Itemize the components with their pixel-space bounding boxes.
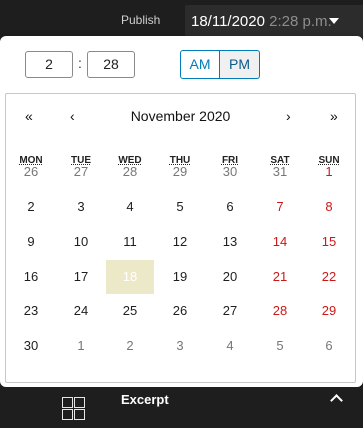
time-separator: : xyxy=(78,55,82,71)
calendar-day[interactable]: 27 xyxy=(57,155,105,189)
calendar-day[interactable]: 10 xyxy=(57,225,105,259)
calendar-day[interactable]: 28 xyxy=(256,294,304,328)
calendar-day[interactable]: 23 xyxy=(7,294,55,328)
calendar-day[interactable]: 25 xyxy=(106,294,154,328)
top-bar: Publish 18/11/2020 2:28 p.m. xyxy=(0,0,363,40)
calendar-day[interactable]: 13 xyxy=(206,225,254,259)
calendar-day[interactable]: 8 xyxy=(305,190,353,224)
hours-input[interactable]: 2 xyxy=(25,51,73,78)
calendar-day[interactable]: 21 xyxy=(256,260,304,294)
calendar-day[interactable]: 11 xyxy=(106,225,154,259)
calendar-day[interactable]: 31 xyxy=(256,155,304,189)
calendar-day[interactable]: 4 xyxy=(206,329,254,363)
calendar-day[interactable]: 29 xyxy=(156,155,204,189)
calendar-day[interactable]: 22 xyxy=(305,260,353,294)
calendar-day[interactable]: 6 xyxy=(206,190,254,224)
calendar-day[interactable]: 27 xyxy=(206,294,254,328)
publish-label: Publish xyxy=(121,13,161,27)
calendar-day[interactable]: 2 xyxy=(7,190,55,224)
publish-date-text: 18/11/2020 2:28 p.m. xyxy=(191,13,332,30)
calendar-day[interactable]: 16 xyxy=(7,260,55,294)
calendar-day[interactable]: 5 xyxy=(156,190,204,224)
bottom-panel: Excerpt xyxy=(0,387,363,428)
calendar-day[interactable]: 4 xyxy=(106,190,154,224)
selected-day[interactable]: 18 xyxy=(106,260,154,294)
publish-date-toggle[interactable]: 18/11/2020 2:28 p.m. xyxy=(185,5,363,37)
chevron-up-icon[interactable] xyxy=(330,394,343,407)
pm-button[interactable]: PM xyxy=(220,50,260,79)
minutes-input[interactable]: 28 xyxy=(87,51,135,78)
calendar-day[interactable]: 3 xyxy=(57,190,105,224)
calendar-day[interactable]: 19 xyxy=(156,260,204,294)
calendar-day[interactable]: 15 xyxy=(305,225,353,259)
calendar-day[interactable]: 26 xyxy=(7,155,55,189)
calendar-day[interactable]: 1 xyxy=(57,329,105,363)
date-picker-popover: 2 : 28 AM PM « ‹ November 2020 › » MON TU… xyxy=(0,36,363,387)
am-button[interactable]: AM xyxy=(180,50,220,79)
calendar-day[interactable]: 30 xyxy=(7,329,55,363)
calendar: « ‹ November 2020 › » MON TUE WED THU FRI SAT… xyxy=(5,93,356,383)
calendar-day[interactable]: 7 xyxy=(256,190,304,224)
calendar-day[interactable]: 26 xyxy=(156,294,204,328)
calendar-day[interactable]: 6 xyxy=(305,329,353,363)
chevron-down-icon xyxy=(329,18,339,24)
calendar-day[interactable]: 20 xyxy=(206,260,254,294)
calendar-day[interactable]: 1 xyxy=(305,155,353,189)
calendar-day[interactable]: 3 xyxy=(156,329,204,363)
time-picker: 2 : 28 AM PM xyxy=(0,36,363,94)
publish-time: 2:28 p.m. xyxy=(269,13,332,30)
calendar-day[interactable]: 29 xyxy=(305,294,353,328)
excerpt-panel-title[interactable]: Excerpt xyxy=(121,392,169,407)
calendar-day[interactable]: 24 xyxy=(57,294,105,328)
next-month-button[interactable]: › xyxy=(286,108,291,124)
publish-date: 18/11/2020 xyxy=(191,13,265,30)
calendar-day[interactable]: 30 xyxy=(206,155,254,189)
next-year-button[interactable]: » xyxy=(330,108,338,124)
calendar-day[interactable]: 17 xyxy=(57,260,105,294)
grid-icon[interactable] xyxy=(62,397,87,421)
calendar-day[interactable]: 14 xyxy=(256,225,304,259)
calendar-day[interactable]: 9 xyxy=(7,225,55,259)
calendar-day[interactable]: 12 xyxy=(156,225,204,259)
calendar-day[interactable]: 28 xyxy=(106,155,154,189)
calendar-day[interactable]: 5 xyxy=(256,329,304,363)
month-title: November 2020 xyxy=(130,108,231,124)
calendar-day[interactable]: 2 xyxy=(106,329,154,363)
